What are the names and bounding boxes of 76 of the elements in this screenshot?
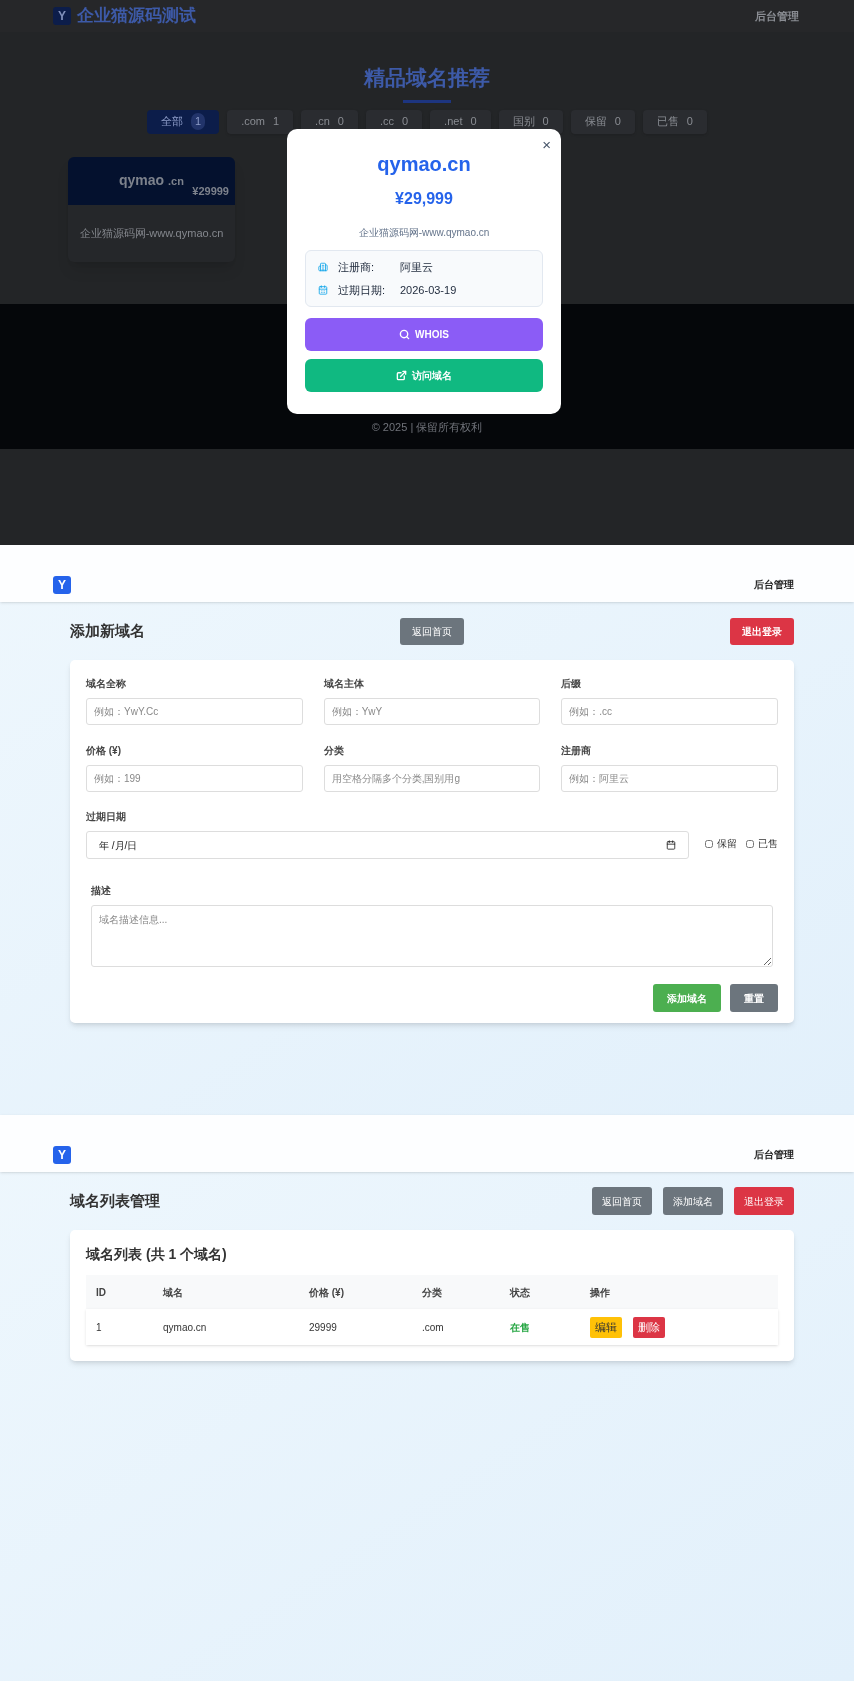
info-value: 阿里云 [400, 260, 433, 275]
action-button[interactable]: 返回首页 [400, 617, 464, 645]
action-button[interactable]: 返回首页 [592, 1187, 652, 1215]
admin-link[interactable]: 后台管理 [754, 577, 794, 594]
site-title: 企业猫源码测试 [77, 5, 196, 28]
modal-domain: qymao.cn [377, 152, 471, 177]
table-title: 域名列表 (共 1 个域名) [86, 1245, 228, 1264]
filter-tab[interactable]: .com 1 [227, 109, 294, 134]
column-header: 价格 (¥) [309, 1285, 345, 1300]
reset-button[interactable]: 重置 [730, 984, 778, 1012]
close-button[interactable]: × [542, 137, 551, 152]
input-field[interactable]: 用空格分隔多个分类,国别用g [323, 765, 541, 792]
field-label: 注册商 [561, 744, 593, 758]
edit-button[interactable]: 编辑 [590, 1316, 622, 1338]
logo: Y [53, 576, 71, 594]
page-title: 域名列表管理 [70, 1190, 160, 1211]
table-cell-text: 29999 [309, 1320, 338, 1335]
column-header: 操作 [590, 1285, 611, 1300]
logo: Y [53, 1146, 71, 1164]
date-field[interactable]: 年 /月/日 [86, 831, 689, 859]
info-label: 注册商: [338, 260, 376, 275]
field-label: 分类 [323, 744, 345, 758]
logout-button[interactable]: 退出登录 [730, 617, 794, 645]
field-label: 描述 [91, 884, 112, 898]
card-price: ¥29999 [192, 184, 229, 199]
checkbox-label: 已售 [758, 837, 778, 851]
external-link-icon [396, 370, 407, 381]
input-field[interactable]: 例如：YwY.Cc [86, 698, 303, 725]
checkbox[interactable] [746, 839, 754, 848]
admin-link[interactable]: 后台管理 [754, 1147, 794, 1164]
table-cell-text: 1 [96, 1320, 103, 1335]
field-label: 域名主体 [323, 677, 365, 691]
card-domain: qymao .cn [119, 171, 184, 190]
calendar-icon [666, 840, 676, 850]
action-button[interactable]: 添加域名 [663, 1187, 723, 1215]
submit-button[interactable]: 添加域名 [653, 984, 721, 1012]
input-field[interactable]: 例如：.cc [561, 698, 778, 725]
modal-description: 企业猫源码网-www.qymao.cn [358, 226, 490, 240]
column-header: 状态 [510, 1285, 531, 1300]
input-field[interactable]: 例如：阿里云 [561, 765, 778, 792]
input-field[interactable]: 例如：199 [86, 765, 303, 792]
description-field[interactable]: 域名描述信息... [91, 905, 773, 967]
field-label: 后缀 [561, 677, 583, 691]
whois-button[interactable]: WHOIS [305, 318, 543, 351]
info-value: 2026-03-19 [400, 282, 457, 298]
page-title: 添加新域名 [70, 620, 146, 641]
card-description: 企业猫源码网-www.qymao.cn [79, 225, 224, 241]
info-label: 过期日期: [338, 282, 387, 298]
domain-card[interactable]: qymao .cn ¥29999 企业猫源码网-www.qymao.cn [68, 156, 235, 262]
building-icon [318, 262, 328, 273]
column-header: 域名 [163, 1285, 184, 1300]
table-cell-text: qymao.cn [163, 1320, 208, 1335]
checkbox-label: 保留 [717, 837, 737, 851]
status-text: 在售 [510, 1320, 531, 1335]
copyright-text: © 2025 | 保留所有权利 [371, 419, 483, 435]
filter-tab[interactable]: 保留 0 [570, 109, 635, 134]
page-heading: 精品域名推荐 [364, 65, 490, 91]
logo: Y [53, 7, 71, 25]
delete-button[interactable]: 删除 [633, 1316, 665, 1338]
column-header: ID [96, 1285, 107, 1300]
checkbox[interactable] [705, 839, 713, 848]
filter-tab[interactable]: 全部 1 [147, 109, 220, 134]
column-header: 分类 [422, 1285, 443, 1300]
table-cell-text: .com [422, 1320, 445, 1335]
field-label: 价格 (¥) [86, 744, 122, 758]
calendar-icon [318, 284, 328, 295]
admin-link[interactable]: 后台管理 [755, 7, 799, 25]
visit-button[interactable]: 访问域名 [305, 359, 543, 392]
field-label: 域名全称 [86, 677, 127, 691]
filter-tab[interactable]: 已售 0 [642, 109, 707, 134]
input-field[interactable]: 例如：YwY [323, 698, 541, 725]
modal-price: ¥29,999 [395, 189, 453, 209]
logout-button[interactable]: 退出登录 [734, 1187, 794, 1215]
search-icon [399, 329, 411, 340]
heading-underline [403, 99, 451, 103]
field-label: 过期日期 [86, 810, 127, 824]
